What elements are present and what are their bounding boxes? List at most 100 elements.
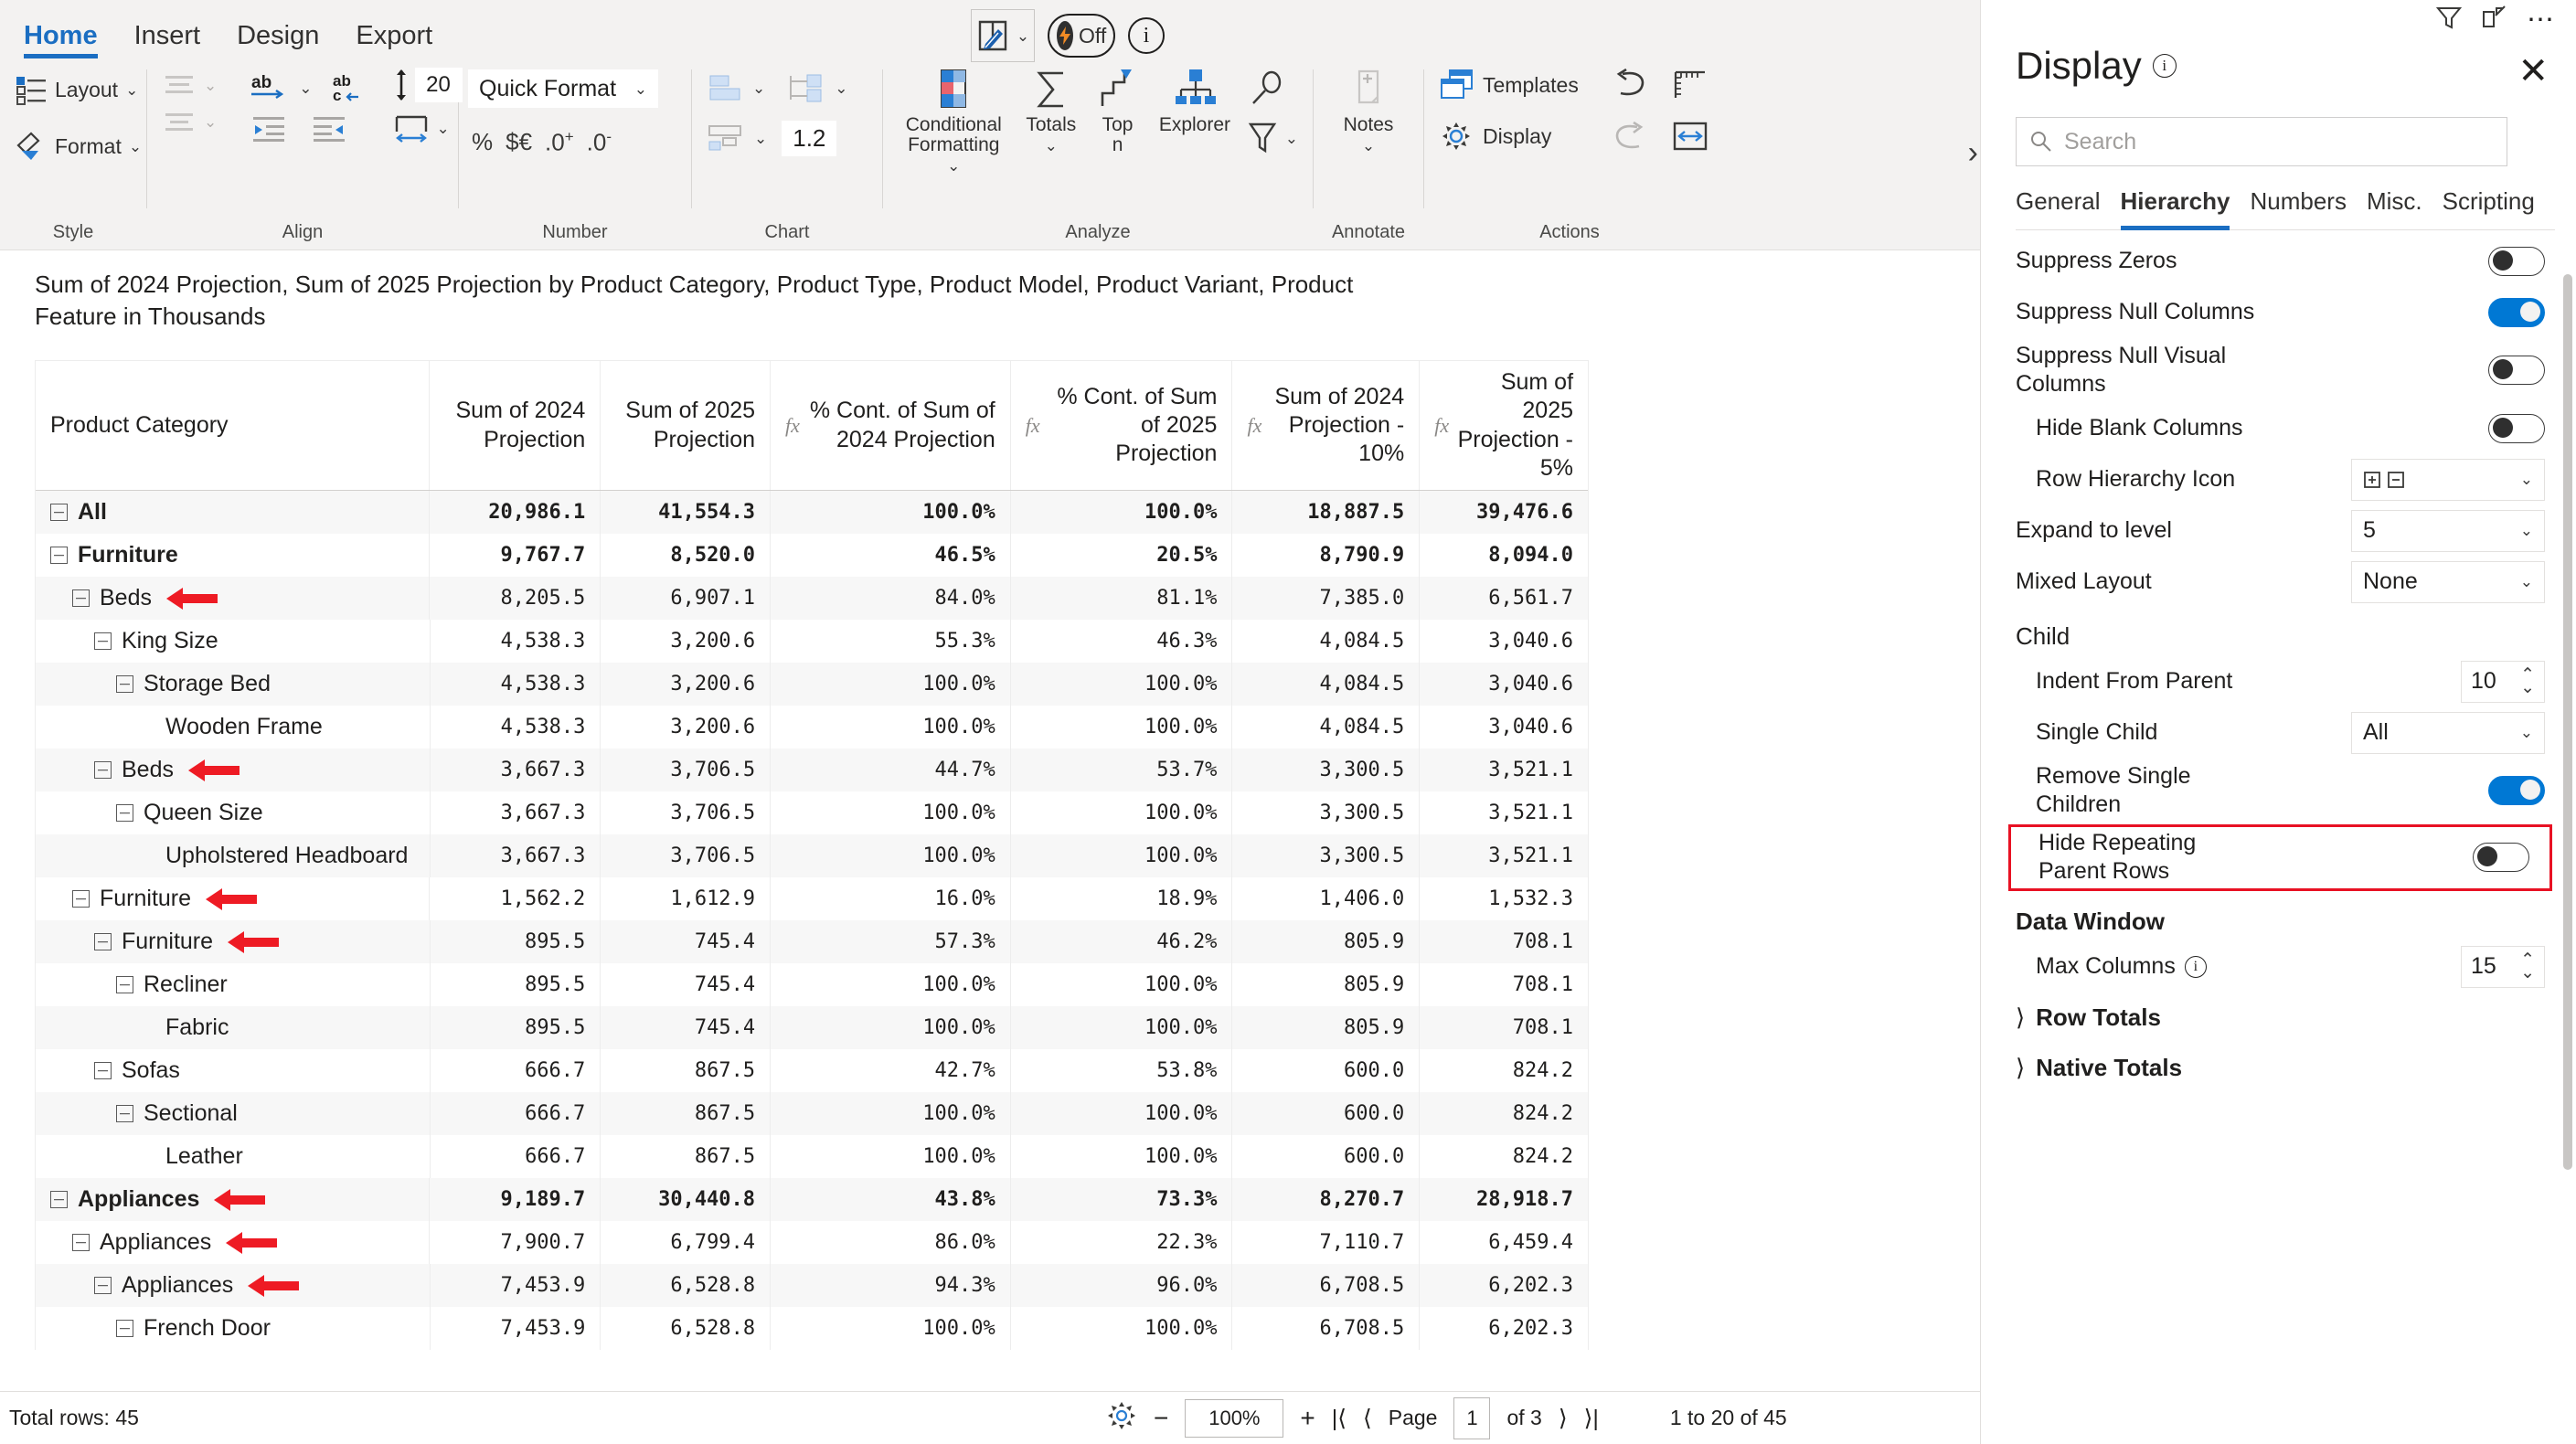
table-cell[interactable]: 100.0%	[771, 663, 1011, 706]
chevron-down-icon[interactable]: ⌄	[754, 131, 767, 146]
table-cell[interactable]: 100.0%	[771, 1135, 1011, 1179]
layout-button[interactable]: Layout ⌄	[9, 69, 144, 110]
table-cell[interactable]: 6,708.5	[1232, 1264, 1421, 1308]
hide-repeating-parent-rows-toggle[interactable]	[2473, 843, 2529, 873]
row-header-cell[interactable]: Appliances	[36, 1264, 431, 1308]
row-height-input[interactable]: 20	[414, 68, 463, 102]
table-cell[interactable]: 18.9%	[1011, 877, 1233, 921]
table-cell[interactable]: 9,189.7	[430, 1178, 601, 1222]
tab-insert[interactable]: Insert	[134, 21, 201, 57]
table-cell[interactable]: 3,667.3	[431, 791, 601, 835]
row-header-cell[interactable]: Queen Size	[36, 791, 431, 835]
table-cell[interactable]: 895.5	[431, 920, 601, 964]
align-vertical-button[interactable]: ⌄	[156, 68, 222, 102]
row-header-cell[interactable]: Furniture	[36, 877, 431, 921]
table-cell[interactable]: 81.1%	[1011, 577, 1233, 621]
chevron-down-icon[interactable]: ⌄	[204, 114, 217, 130]
zoom-out-button[interactable]: −	[1154, 1404, 1168, 1433]
single-child-select[interactable]: All ⌄	[2351, 711, 2545, 754]
table-cell[interactable]: 666.7	[431, 1135, 601, 1179]
table-cell[interactable]: 8,205.5	[430, 577, 601, 621]
row-header-cell[interactable]: Sofas	[36, 1049, 431, 1093]
quick-format-dropdown[interactable]: Quick Format ⌄	[468, 69, 658, 108]
table-cell[interactable]: 84.0%	[771, 577, 1011, 621]
chevron-down-icon[interactable]: ⌄	[2520, 472, 2533, 487]
table-cell[interactable]: 3,521.1	[1420, 749, 1588, 791]
table-row[interactable]: Appliances 9,189.7 30,440.8 43.8% 73.3% 8,270…	[36, 1178, 1588, 1222]
row-hierarchy-icon-select[interactable]: ⌄	[2351, 458, 2545, 501]
chevron-down-icon[interactable]: ⌄	[437, 121, 450, 136]
table-cell[interactable]: 39,476.6	[1420, 491, 1588, 534]
collapsed-group-native-totals[interactable]: ⟩ Native Totals	[1981, 1043, 2576, 1093]
info-icon[interactable]: i	[2152, 54, 2177, 78]
mixed-layout-select[interactable]: None ⌄	[2351, 560, 2545, 603]
table-cell[interactable]: 100.0%	[771, 791, 1011, 835]
table-row[interactable]: Sectional 666.7 867.5 100.0% 100.0% 600.0 824.…	[36, 1092, 1588, 1136]
currency-format-button[interactable]: $€	[506, 128, 532, 156]
collapse-icon[interactable]	[72, 1234, 90, 1252]
percent-format-button[interactable]: %	[472, 128, 493, 156]
expand-to-level-select[interactable]: 5 ⌄	[2351, 509, 2545, 552]
row-header-cell[interactable]: Fabric	[36, 1006, 431, 1050]
table-cell[interactable]: 1,406.0	[1232, 877, 1421, 921]
table-cell[interactable]: 18,887.5	[1232, 491, 1421, 535]
table-cell[interactable]: 3,300.5	[1232, 749, 1421, 792]
table-cell[interactable]: 3,667.3	[431, 749, 601, 792]
row-header-cell[interactable]: Furniture	[36, 534, 431, 578]
tab-home[interactable]: Home	[24, 21, 98, 58]
table-cell[interactable]: 6,528.8	[601, 1264, 772, 1308]
increase-indent-button[interactable]	[304, 110, 357, 148]
column-header-pct-2024[interactable]: fx % Cont. of Sum of 2024 Projection	[771, 361, 1011, 491]
table-row[interactable]: Storage Bed 4,538.3 3,200.6 100.0% 100.0% 4,0…	[36, 663, 1588, 706]
table-cell[interactable]: 3,300.5	[1232, 834, 1421, 878]
last-page-button[interactable]: ⟩|	[1584, 1405, 1599, 1432]
table-cell[interactable]: 53.7%	[1011, 749, 1233, 792]
table-cell[interactable]: 100.0%	[1011, 1092, 1233, 1136]
row-header-cell[interactable]: Beds	[36, 577, 431, 621]
totals-button[interactable]: Totals ⌄	[1019, 62, 1084, 159]
table-cell[interactable]: 8,270.7	[1232, 1178, 1421, 1222]
row-header-cell[interactable]: Sectional	[36, 1092, 431, 1136]
collapse-icon[interactable]	[116, 976, 133, 994]
table-cell[interactable]: 3,521.1	[1420, 791, 1588, 834]
row-header-cell[interactable]: Appliances	[36, 1178, 431, 1222]
table-cell[interactable]: 708.1	[1420, 920, 1588, 963]
popout-icon[interactable]	[2481, 5, 2508, 35]
undo-button[interactable]	[1604, 64, 1655, 104]
info-icon[interactable]: i	[2184, 955, 2207, 978]
collapse-icon[interactable]	[94, 933, 112, 951]
table-cell[interactable]: 3,200.6	[601, 663, 772, 706]
table-cell[interactable]: 46.3%	[1011, 620, 1233, 664]
stepper-arrows-icon[interactable]: ⌃ ⌄	[2520, 951, 2535, 981]
suppress-null-visual-columns-toggle[interactable]	[2488, 356, 2545, 386]
table-cell[interactable]: 6,907.1	[601, 577, 772, 621]
tree-chart-button[interactable]: ⌄	[780, 68, 853, 108]
table-cell[interactable]: 8,520.0	[601, 534, 772, 578]
collapse-icon[interactable]	[116, 1320, 133, 1338]
chevron-down-icon[interactable]: ⌄	[129, 139, 142, 154]
number-format-button[interactable]: 1.2	[782, 120, 837, 156]
zoom-in-button[interactable]: +	[1300, 1404, 1315, 1433]
more-options-icon[interactable]: ⋯	[2527, 4, 2556, 36]
table-cell[interactable]: 600.0	[1232, 1049, 1421, 1093]
tab-export[interactable]: Export	[356, 21, 432, 57]
panel-tab-general[interactable]: General	[2016, 187, 2101, 222]
table-cell[interactable]: 824.2	[1420, 1135, 1588, 1178]
prev-page-button[interactable]: ⟨	[1363, 1405, 1372, 1432]
table-row[interactable]: Beds 3,667.3 3,706.5 44.7% 53.7% 3,300.5 3,521…	[36, 749, 1588, 792]
table-cell[interactable]: 96.0%	[1011, 1264, 1233, 1308]
table-cell[interactable]: 6,202.3	[1420, 1264, 1588, 1307]
table-cell[interactable]: 3,040.6	[1420, 706, 1588, 749]
table-cell[interactable]: 100.0%	[1011, 1006, 1233, 1050]
table-cell[interactable]: 666.7	[431, 1049, 601, 1093]
table-cell[interactable]: 57.3%	[771, 920, 1011, 964]
collapse-icon[interactable]	[94, 632, 112, 651]
close-icon[interactable]: ✕	[2517, 53, 2549, 90]
table-cell[interactable]: 3,300.5	[1232, 791, 1421, 835]
table-cell[interactable]: 805.9	[1232, 963, 1421, 1007]
table-cell[interactable]: 895.5	[431, 1006, 601, 1050]
table-row[interactable]: Furniture 9,767.7 8,520.0 46.5% 20.5% 8,790.9…	[36, 534, 1588, 578]
column-header-pct-2025[interactable]: fx % Cont. of Sum of 2025 Projection	[1011, 361, 1233, 491]
chevron-down-icon[interactable]: ⌄	[835, 80, 847, 96]
table-row[interactable]: Fabric 895.5 745.4 100.0% 100.0% 805.9 708.1	[36, 1006, 1588, 1050]
